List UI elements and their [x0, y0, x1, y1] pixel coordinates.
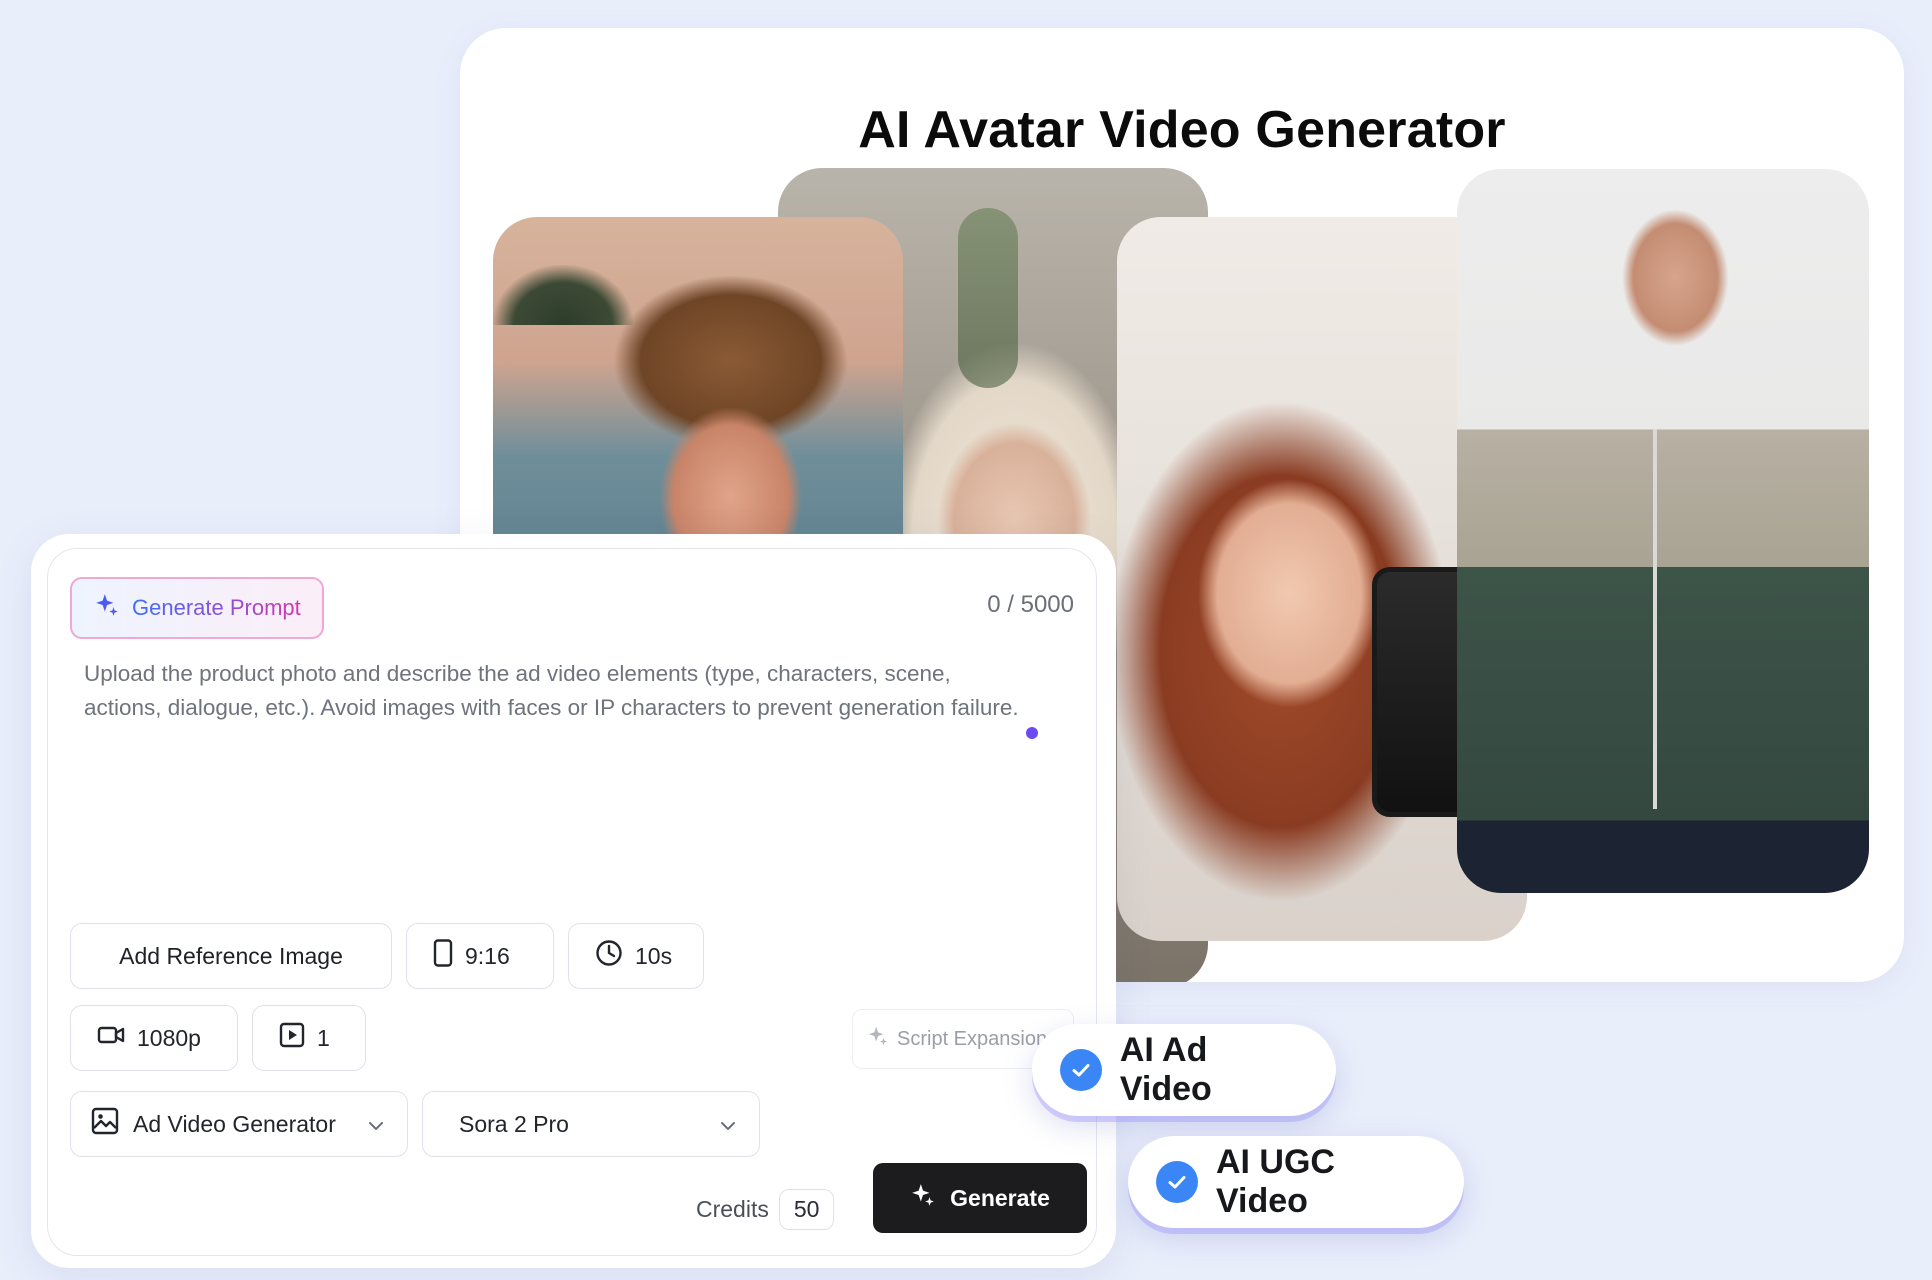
model-select[interactable]: Sora 2 Pro: [422, 1091, 760, 1157]
clock-icon: [595, 939, 623, 973]
generate-prompt-label: Generate Prompt: [132, 595, 301, 620]
mode-select[interactable]: Ad Video Generator: [70, 1091, 408, 1157]
aspect-ratio-value: 9:16: [465, 942, 510, 969]
play-box-icon: [279, 1022, 305, 1054]
image-gallery-icon: [91, 1107, 119, 1141]
check-icon: [1156, 1161, 1198, 1203]
video-count-button[interactable]: 1: [252, 1005, 366, 1071]
mode-select-value: Ad Video Generator: [133, 1110, 336, 1137]
chevron-down-icon: [719, 1114, 737, 1141]
video-camera-icon: [97, 1024, 125, 1052]
duration-button[interactable]: 10s: [568, 923, 704, 989]
showcase-title: AI Avatar Video Generator: [858, 101, 1506, 159]
sparkle-icon: [867, 1025, 889, 1053]
add-reference-image-button[interactable]: Add Reference Image: [70, 923, 392, 989]
generate-prompt-button[interactable]: Generate Prompt: [70, 577, 324, 639]
script-expansion-label: Script Expansion: [897, 1027, 1048, 1050]
resolution-button[interactable]: 1080p: [70, 1005, 238, 1071]
avatar-photo-man-hoodie: [1457, 169, 1869, 893]
credits-value: 50: [778, 1189, 835, 1230]
prompt-panel-inner: Generate Prompt 0 / 5000 Upload the prod…: [47, 548, 1097, 1256]
chevron-down-icon: [367, 1114, 385, 1141]
character-counter: 0 / 5000: [987, 591, 1074, 618]
video-count-value: 1: [317, 1024, 330, 1051]
model-select-value: Sora 2 Pro: [459, 1110, 569, 1137]
aspect-ratio-button[interactable]: 9:16: [406, 923, 554, 989]
resolution-value: 1080p: [137, 1024, 201, 1051]
add-reference-image-label: Add Reference Image: [119, 942, 343, 969]
credits-label: Credits: [696, 1196, 769, 1222]
prompt-textarea[interactable]: Upload the product photo and describe th…: [84, 657, 1034, 917]
check-icon: [1060, 1049, 1102, 1091]
duration-value: 10s: [635, 942, 673, 969]
badge-ai-ad-video: AI Ad Video: [1032, 1024, 1336, 1116]
generate-label: Generate: [950, 1184, 1050, 1211]
prompt-panel: Generate Prompt 0 / 5000 Upload the prod…: [31, 534, 1116, 1268]
badge-ai-ugc-video-label: AI UGC Video: [1215, 1143, 1335, 1220]
sparkle-icon: [910, 1182, 936, 1214]
sparkle-icon: [94, 592, 120, 624]
cursor-dot: [1026, 727, 1038, 739]
badge-ai-ugc-video: AI UGC Video: [1128, 1136, 1464, 1228]
phone-portrait-icon: [433, 939, 453, 973]
generate-button[interactable]: Generate: [873, 1163, 1087, 1233]
credits-display: Credits 50: [696, 1189, 835, 1230]
badge-ai-ad-video-label: AI Ad Video: [1119, 1031, 1212, 1108]
